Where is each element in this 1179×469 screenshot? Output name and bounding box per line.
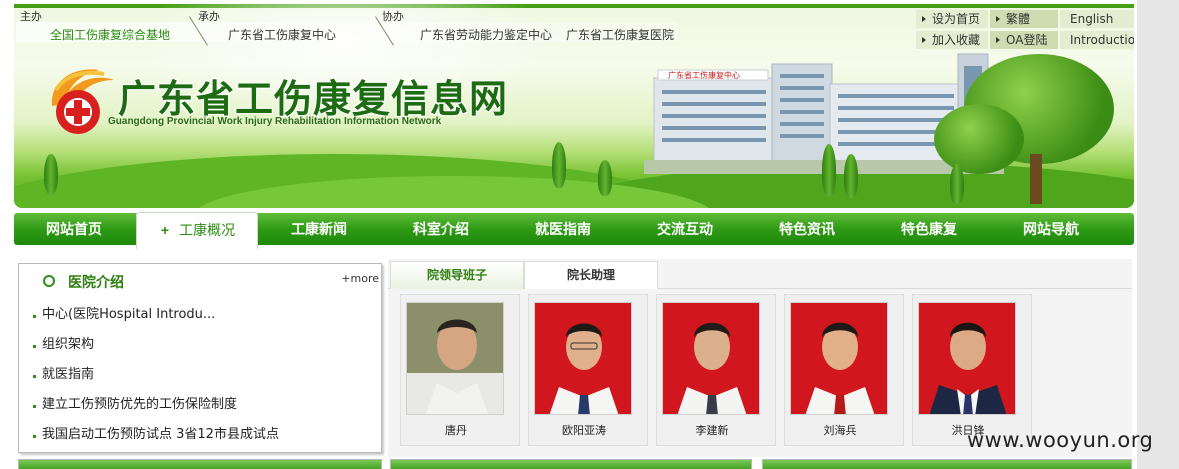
nav-departments[interactable]: 科室介绍: [380, 213, 502, 245]
leader-name: 李建新: [695, 424, 729, 437]
site-logo: [51, 69, 114, 134]
more-link[interactable]: +more: [341, 272, 379, 285]
nav-special-rehab[interactable]: 特色康复: [868, 213, 990, 245]
hospital-intro-title: 医院介绍: [68, 275, 124, 291]
nav-about-text: 工康概况: [179, 222, 236, 238]
traditional-chinese-link[interactable]: 繁體: [990, 10, 1058, 28]
nav-news[interactable]: 工康新闻: [258, 213, 380, 245]
traditional-label: 繁體: [1006, 12, 1031, 26]
svg-text:广东省工伤康复中心: 广东省工伤康复中心: [668, 70, 740, 80]
set-home-link[interactable]: 设为首页: [916, 10, 988, 28]
triangle-right-icon: [922, 16, 926, 22]
co-org-link-1[interactable]: 广东省劳动能力鉴定中心: [420, 26, 552, 43]
bullet-icon: [33, 405, 36, 408]
cypress-tree-illustration: [552, 142, 566, 188]
leader-photo: [918, 302, 1016, 415]
circle-bullet-icon: [43, 275, 55, 287]
hospital-intro-panel: 医院介绍 +more 中心(医院Hospital Introdu... 组织架构…: [18, 263, 382, 453]
english-label: English: [1070, 12, 1114, 26]
bullet-icon: [33, 375, 36, 378]
nav-about-label: + 工康概况: [137, 213, 259, 247]
leader-card[interactable]: 刘海兵: [784, 294, 904, 446]
list-item-text: 就医指南: [42, 367, 95, 382]
leader-photo: [406, 302, 504, 415]
leader-name: 欧阳亚涛: [562, 424, 606, 437]
tree-illustration: [934, 44, 1134, 208]
co-label: 协办: [382, 10, 404, 23]
triangle-right-icon: [922, 37, 926, 43]
list-item[interactable]: 就医指南: [31, 360, 371, 390]
tab-leadership[interactable]: 院领导班子: [390, 261, 524, 289]
cypress-tree-illustration: [950, 164, 964, 204]
leader-card[interactable]: 洪日锋: [912, 294, 1032, 446]
main-nav: 网站首页 + 工康概况 工康新闻 科室介绍 就医指南 交流互动 特色资讯 特色康复…: [14, 212, 1134, 249]
site-banner: 主办 全国工伤康复综合基地 承办 广东省工伤康复中心 协办 广东省劳动能力鉴定中…: [14, 4, 1134, 208]
leader-card[interactable]: 唐丹: [400, 294, 520, 446]
triangle-right-icon: [996, 16, 1000, 22]
list-item-text: 组织架构: [42, 337, 95, 352]
leader-photo: [662, 302, 760, 415]
leader-card[interactable]: 欧阳亚涛: [528, 294, 648, 446]
cypress-tree-illustration: [598, 160, 612, 196]
leaders-tab-bar: 院领导班子 院长助理: [388, 259, 1132, 289]
host-org-link[interactable]: 全国工伤康复综合基地: [50, 26, 170, 43]
cypress-tree-illustration: [844, 154, 858, 198]
bullet-icon: [33, 435, 36, 438]
list-item[interactable]: 我国启动工伤预防试点 3省12市县成试点: [31, 420, 371, 450]
logo-cross-icon: [66, 108, 90, 116]
triangle-right-icon: [996, 37, 1000, 43]
nav-medical-guide[interactable]: 就医指南: [502, 213, 624, 245]
list-item[interactable]: 组织架构: [31, 330, 371, 360]
nav-site-map[interactable]: 网站导航: [990, 213, 1112, 245]
tab-assistants[interactable]: 院长助理: [524, 261, 658, 289]
nav-about-active[interactable]: + 工康概况: [136, 212, 258, 249]
section-header-strip: [18, 459, 382, 469]
undertaker-org-link[interactable]: 广东省工伤康复中心: [228, 26, 336, 43]
leader-card[interactable]: 李建新: [656, 294, 776, 446]
list-item[interactable]: 中心(医院Hospital Introdu...: [31, 300, 371, 330]
site-title: 广东省工伤康复信息网: [118, 76, 509, 121]
bullet-icon: [33, 345, 36, 348]
set-home-label: 设为首页: [932, 12, 981, 26]
leader-name: 唐丹: [445, 424, 467, 437]
nav-special-info[interactable]: 特色资讯: [746, 213, 868, 245]
nav-interaction[interactable]: 交流互动: [624, 213, 746, 245]
watermark-text: www.wooyun.org: [967, 428, 1154, 452]
page: 主办 全国工伤康复综合基地 承办 广东省工伤康复中心 协办 广东省劳动能力鉴定中…: [0, 0, 1179, 469]
nav-home[interactable]: 网站首页: [14, 213, 134, 245]
leader-photo: [790, 302, 888, 415]
leader-name: 刘海兵: [823, 424, 857, 437]
list-item[interactable]: 建立工伤预防优先的工伤保险制度: [31, 390, 371, 420]
plus-icon: +: [160, 222, 170, 238]
cypress-tree-illustration: [822, 144, 836, 196]
hospital-intro-list: 中心(医院Hospital Introdu... 组织架构 就医指南 建立工伤预…: [31, 300, 371, 450]
undertaker-label: 承办: [198, 10, 220, 23]
cypress-tree-illustration: [44, 154, 58, 194]
leader-photo: [534, 302, 632, 415]
list-item-text: 中心(医院Hospital Introdu...: [42, 307, 216, 322]
page-side-gutter: [1137, 0, 1179, 469]
co-org-link-2[interactable]: 广东省工伤康复医院: [566, 26, 674, 43]
host-label: 主办: [20, 10, 42, 23]
section-header-strip: [762, 459, 1132, 469]
site-subtitle: Guangdong Provincial Work Injury Rehabil…: [108, 116, 442, 127]
list-item-text: 我国启动工伤预防试点 3省12市县成试点: [42, 427, 279, 442]
section-header-strip: [390, 459, 752, 469]
bullet-icon: [33, 315, 36, 318]
list-item-text: 建立工伤预防优先的工伤保险制度: [42, 397, 238, 412]
english-link[interactable]: English: [1060, 10, 1134, 28]
